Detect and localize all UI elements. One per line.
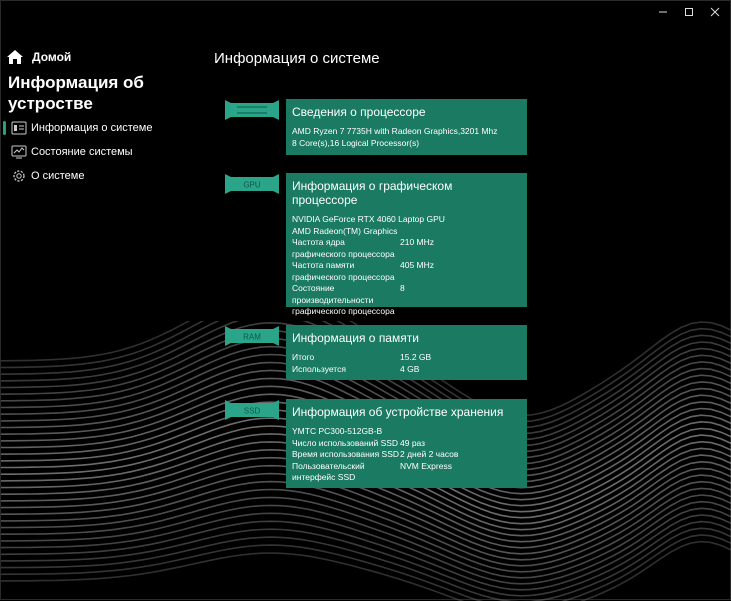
sidebar-item-system-info[interactable]: Информация о системе — [1, 117, 201, 139]
ram-card: Информация о памяти Итого 15.2 GB Исполь… — [286, 325, 527, 380]
kv-value: 49 раз — [400, 437, 426, 448]
sidebar-item-label: О системе — [31, 170, 85, 182]
ram-used-row: Используется 4 GB — [292, 364, 521, 376]
sidebar-item-label: Информация о системе — [31, 122, 153, 134]
cpu-cores: 8 Core(s),16 Logical Processor(s) — [292, 137, 420, 148]
sidebar-item-system-status[interactable]: Состояние системы — [1, 141, 201, 163]
home-icon — [7, 50, 23, 64]
kv-key: Число использований SSD — [292, 437, 399, 448]
ssd-chip-label: SSD — [244, 407, 261, 416]
kv-key: Частота памяти графического процессора — [292, 260, 395, 282]
close-button[interactable] — [703, 3, 727, 21]
system-status-icon — [9, 143, 29, 161]
gpu-heading: Информация о графическом процессоре — [292, 179, 453, 207]
gpu-memory-clock-row: Частота памяти графического процессора 4… — [292, 260, 521, 283]
kv-key: Итого — [292, 352, 315, 362]
system-info-icon — [9, 119, 29, 137]
sidebar-title: Информация об устростве — [8, 73, 144, 113]
sidebar-item-about[interactable]: О системе — [1, 165, 201, 187]
ssd-usage-time-row: Время использования SSD 2 дней 2 часов — [292, 449, 521, 461]
sidebar-item-label: Состояние системы — [31, 146, 133, 158]
minimize-icon — [659, 11, 667, 13]
kv-value: 15.2 GB — [400, 352, 432, 362]
ssd-heading: Информация об устройстве хранения — [292, 405, 504, 419]
cpu-name: AMD Ryzen 7 7735H with Radeon Graphics,3… — [292, 126, 498, 136]
ssd-model: YMTC PC300-512GB-B — [292, 426, 383, 436]
sidebar: Домой Информация об устростве Информация… — [1, 41, 201, 601]
home-link[interactable]: Домой — [6, 49, 71, 65]
cpu-card: Сведения о процессоре AMD Ryzen 7 7735H … — [286, 99, 527, 155]
cpu-heading: Сведения о процессоре — [292, 105, 426, 119]
kv-key: Время использования SSD — [292, 449, 400, 459]
ram-chip-icon: RAM — [225, 326, 279, 346]
kv-value: NVM Express — [400, 460, 452, 471]
maximize-icon — [685, 8, 693, 16]
gpu-perf-state-row: Состояние производительности графическог… — [292, 283, 521, 318]
kv-value: 4 GB — [400, 363, 420, 374]
ssd-interface-row: Пользовательский интерфейс SSD NVM Expre… — [292, 461, 521, 484]
gpu-name-2: AMD Radeon(TM) Graphics — [292, 225, 398, 236]
maximize-button[interactable] — [677, 3, 701, 21]
ram-heading: Информация о памяти — [292, 331, 419, 345]
minimize-button[interactable] — [651, 3, 675, 21]
title-bar — [1, 1, 730, 23]
gpu-core-clock-row: Частота ядра графического процессора 210… — [292, 237, 521, 260]
gear-icon — [9, 167, 29, 185]
close-icon — [710, 7, 720, 17]
gpu-card: Информация о графическом процессоре NVID… — [286, 173, 527, 316]
ssd-chip-icon: SSD — [225, 400, 279, 420]
ssd-usage-count-row: Число использований SSD 49 раз — [292, 438, 521, 450]
ssd-card: Информация об устройстве хранения YMTC P… — [286, 399, 527, 488]
kv-key: Состояние производительности графическог… — [292, 283, 395, 316]
kv-key: Частота ядра графического процессора — [292, 237, 395, 259]
kv-value: 8 — [400, 283, 405, 293]
page-title: Информация о системе — [214, 50, 380, 67]
kv-value: 405 MHz — [400, 260, 435, 270]
kv-value: 210 MHz — [400, 237, 435, 247]
app-window: Домой Информация об устростве Информация… — [0, 0, 731, 601]
kv-key: Используется — [292, 363, 346, 374]
ram-total-row: Итого 15.2 GB — [292, 352, 521, 364]
kv-key: Пользовательский интерфейс SSD — [292, 460, 365, 483]
gpu-name-1: NVIDIA GeForce RTX 4060 Laptop GPU — [292, 214, 445, 224]
home-label: Домой — [32, 50, 72, 64]
ram-chip-label: RAM — [243, 333, 261, 342]
cpu-chip-icon — [225, 100, 279, 120]
gpu-chip-label: GPU — [243, 181, 261, 190]
kv-value: 2 дней 2 часов — [400, 449, 459, 459]
gpu-chip-icon: GPU — [225, 174, 279, 194]
